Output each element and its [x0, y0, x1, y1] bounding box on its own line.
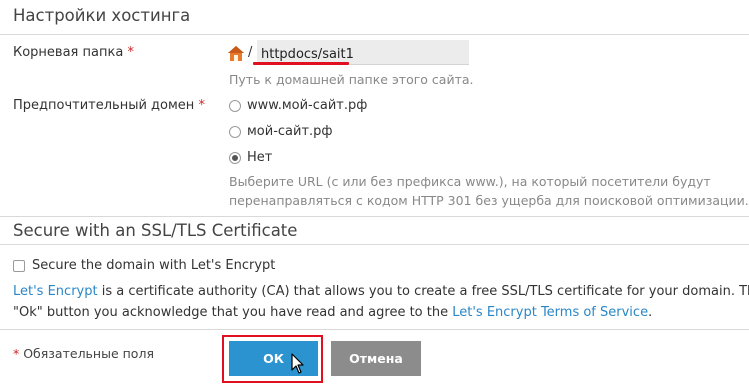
- section-divider: [0, 216, 749, 217]
- radio-button[interactable]: [229, 99, 241, 112]
- hosting-settings-title: Настройки хостинга: [13, 6, 191, 25]
- domain-option-www[interactable]: www.мой-сайт.рф: [229, 98, 367, 113]
- lets-encrypt-link[interactable]: Let's Encrypt: [13, 284, 98, 299]
- domain-option-label: Нет: [247, 150, 273, 165]
- radio-button[interactable]: [229, 125, 241, 138]
- preferred-domain-label: Предпочтительный домен *: [13, 98, 205, 113]
- root-folder-label: Корневая папка *: [13, 45, 134, 60]
- mouse-pointer-icon: [291, 353, 304, 374]
- section-divider: [0, 34, 749, 35]
- home-icon: [228, 46, 244, 61]
- root-folder-hint: Путь к домашней папке этого сайта.: [229, 72, 474, 87]
- domain-option-no-www[interactable]: мой-сайт.рф: [229, 124, 333, 139]
- lets-encrypt-option[interactable]: Secure the domain with Let's Encrypt: [13, 258, 275, 273]
- required-mark: *: [198, 98, 205, 113]
- domain-option-none[interactable]: Нет: [229, 150, 272, 165]
- required-mark: *: [127, 45, 134, 60]
- section-divider: [0, 244, 749, 245]
- domain-option-label: www.мой-сайт.рф: [247, 98, 368, 113]
- footer-divider: [0, 329, 749, 330]
- ssl-description: Let's Encrypt is a certificate authority…: [13, 281, 749, 323]
- annotation-underline: [253, 62, 349, 65]
- cancel-button[interactable]: Отмена: [331, 341, 421, 376]
- preferred-domain-hint-line1: Выберите URL (с или без префикса www.), …: [229, 174, 711, 189]
- required-fields-note: * Обязательные поля: [13, 346, 154, 361]
- ssl-section-title: Secure with an SSL/TLS Certificate: [13, 221, 298, 240]
- path-separator: /: [248, 45, 253, 60]
- lets-encrypt-checkbox-label: Secure the domain with Let's Encrypt: [32, 258, 276, 273]
- domain-option-label: мой-сайт.рф: [247, 124, 333, 139]
- preferred-domain-hint-line2: перенаправляться с кодом HTTP 301 без ущ…: [229, 193, 749, 208]
- ssl-description-line1: Let's Encrypt is a certificate authority…: [13, 284, 749, 299]
- lets-encrypt-checkbox[interactable]: [13, 259, 25, 272]
- terms-of-service-link[interactable]: Let's Encrypt Terms of Service: [452, 305, 648, 320]
- radio-button-selected[interactable]: [229, 151, 241, 164]
- ssl-description-line2: "Ok" button you acknowledge that you hav…: [13, 305, 653, 320]
